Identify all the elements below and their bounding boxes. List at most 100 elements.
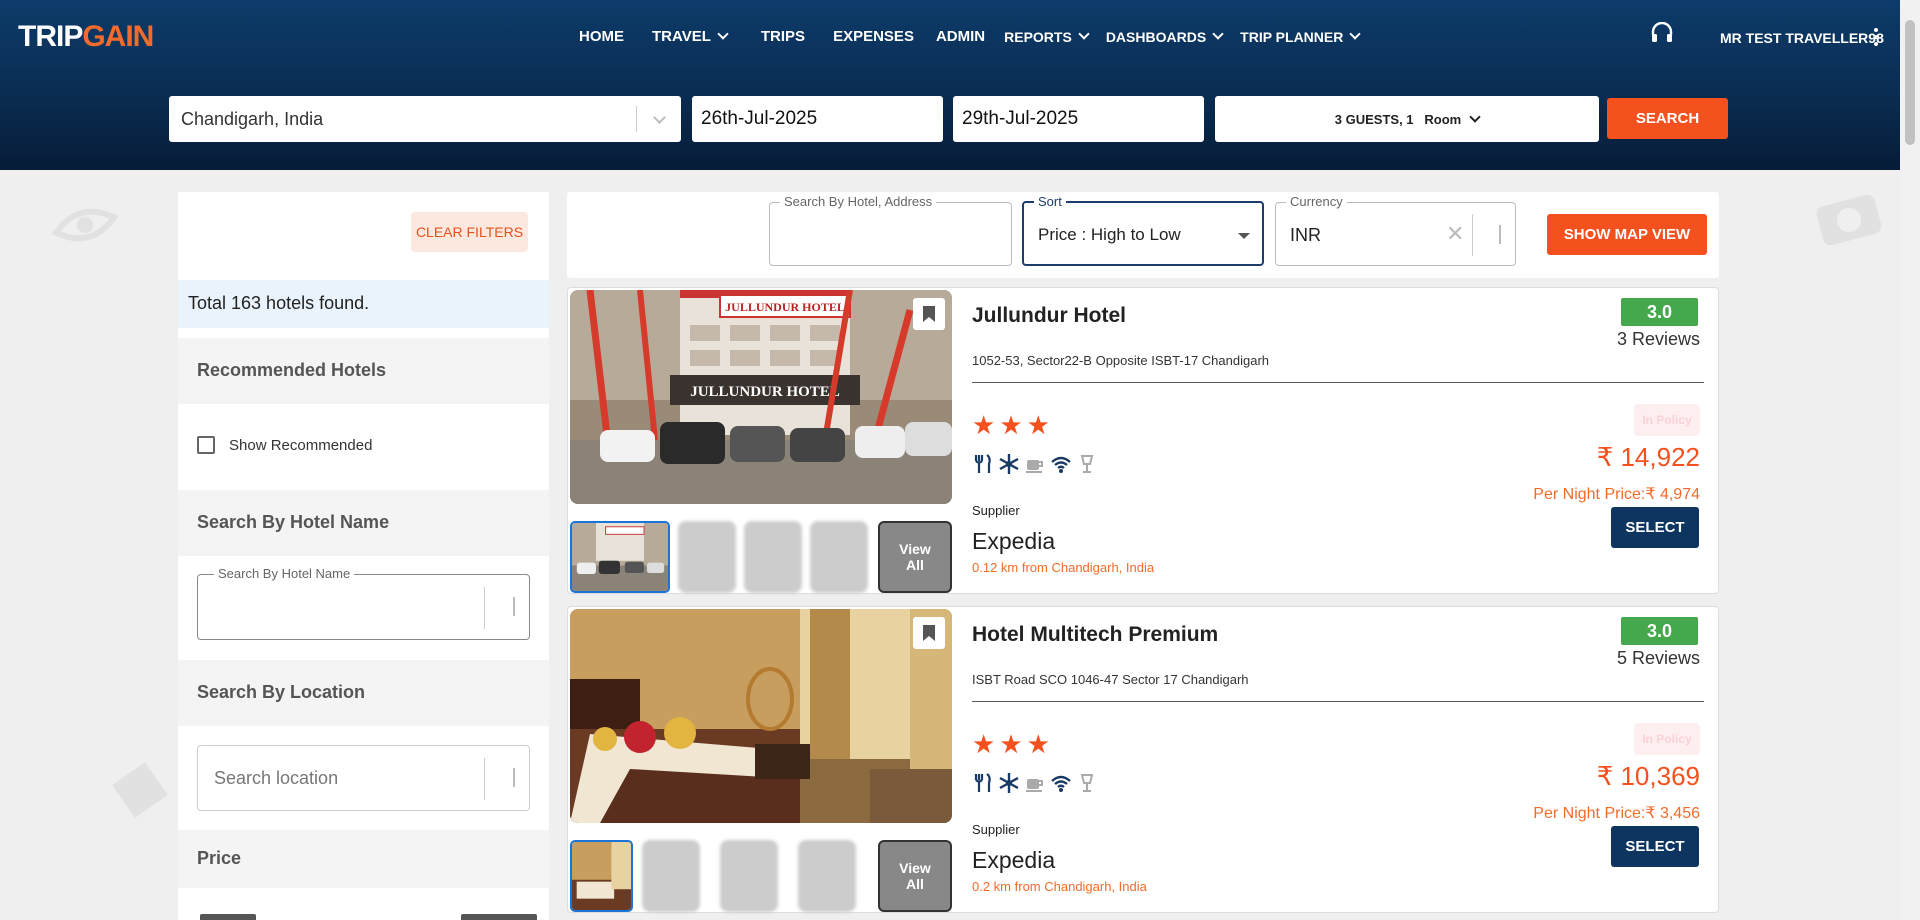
- supplier-name: Expedia: [972, 528, 1056, 554]
- nav-trips[interactable]: TRIPS: [761, 28, 805, 45]
- destination-select[interactable]: Chandigarh, India: [169, 96, 681, 142]
- rating-badge: 3.0: [1621, 617, 1698, 645]
- nav-trip-planner[interactable]: TRIP PLANNER: [1240, 28, 1362, 45]
- page-scrollbar[interactable]: [1900, 0, 1920, 920]
- kebab-menu-icon[interactable]: [1874, 28, 1878, 46]
- nav-expenses[interactable]: EXPENSES: [833, 28, 914, 45]
- total-price: ₹ 14,922: [1596, 442, 1700, 472]
- star-icon: ★: [1026, 410, 1050, 440]
- star-icon: ★: [999, 410, 1023, 440]
- search-button[interactable]: SEARCH: [1607, 98, 1728, 139]
- chevron-down-icon[interactable]: [513, 597, 515, 616]
- chevron-down-icon: [1212, 28, 1224, 40]
- amenities: [972, 453, 1098, 475]
- currency-select[interactable]: Currency INR ✕: [1275, 194, 1516, 266]
- clear-filters-button[interactable]: CLEAR FILTERS: [411, 212, 528, 252]
- hotel-name-search-input[interactable]: Search By Hotel Name: [197, 566, 530, 640]
- hotel-name[interactable]: Jullundur Hotel: [972, 304, 1126, 328]
- photo-thumbnail[interactable]: [720, 840, 778, 912]
- main-nav: HOME TRAVEL TRIPS EXPENSES ADMIN REPORTS…: [579, 28, 1377, 45]
- nav-home[interactable]: HOME: [579, 28, 624, 45]
- show-map-view-button[interactable]: SHOW MAP VIEW: [1547, 214, 1707, 255]
- user-menu[interactable]: MR TEST TRAVELLER98: [1720, 30, 1884, 46]
- photo-thumbnail[interactable]: [744, 521, 802, 593]
- restaurant-icon: [974, 773, 991, 792]
- amenities: [972, 772, 1098, 794]
- star-rating: ★ ★ ★: [972, 410, 1050, 441]
- checkout-date-field[interactable]: 29th-Jul-2025: [953, 96, 1204, 142]
- review-count[interactable]: 5 Reviews: [1617, 648, 1700, 669]
- hotel-address: ISBT Road SCO 1046-47 Sector 17 Chandiga…: [972, 672, 1249, 687]
- hotel-address: 1052-53, Sector22-B Opposite ISBT-17 Cha…: [972, 353, 1270, 368]
- results-filter-bar: Search By Hotel, Address Sort Price : Hi…: [567, 192, 1719, 278]
- bookmark-icon[interactable]: [913, 617, 945, 649]
- hotel-card: View All Hotel Multitech Premium ISBT Ro…: [567, 606, 1719, 913]
- chevron-down-icon: [1349, 28, 1362, 40]
- photo-thumbnail[interactable]: [678, 521, 736, 593]
- total-price: ₹ 10,369: [1596, 761, 1700, 791]
- ac-snowflake-icon: [999, 454, 1019, 474]
- checkin-date-field[interactable]: 26th-Jul-2025: [692, 96, 943, 142]
- location-heading: Search By Location: [178, 660, 549, 726]
- bar-glass-icon: [1080, 774, 1094, 792]
- hotel-address-search-input[interactable]: Search By Hotel, Address: [769, 194, 1012, 266]
- camera-watermark-icon: [1816, 194, 1882, 245]
- eye-watermark-icon: [51, 208, 119, 242]
- dropdown-arrow-icon: [1238, 233, 1250, 239]
- destination-value: Chandigarh, India: [181, 108, 324, 129]
- photo-thumbnail[interactable]: [570, 840, 633, 912]
- photo-thumbnail[interactable]: [570, 521, 670, 593]
- hotel-photo[interactable]: [570, 609, 952, 823]
- price-slider-handle-max[interactable]: [461, 914, 537, 920]
- guests-rooms-select[interactable]: 3 GUESTS, 1 Room: [1215, 96, 1599, 142]
- checkbox[interactable]: [197, 436, 215, 454]
- coffee-icon: [1026, 460, 1043, 473]
- rating-badge: 3.0: [1621, 298, 1698, 326]
- photo-thumbnail[interactable]: [642, 840, 700, 912]
- nav-travel[interactable]: TRAVEL: [652, 28, 729, 45]
- top-header: TRIPGAIN HOME TRAVEL TRIPS EXPENSES ADMI…: [0, 0, 1900, 170]
- review-count[interactable]: 3 Reviews: [1617, 329, 1700, 350]
- star-icon: ★: [1026, 729, 1050, 759]
- clear-icon[interactable]: ✕: [1446, 221, 1464, 247]
- select-button[interactable]: SELECT: [1611, 507, 1699, 548]
- location-search-input[interactable]: Search location: [197, 745, 530, 811]
- headset-icon[interactable]: [1650, 22, 1674, 44]
- sort-select[interactable]: Sort Price : High to Low: [1022, 194, 1264, 266]
- in-policy-badge: In Policy: [1634, 723, 1700, 755]
- wifi-icon: [1051, 775, 1071, 792]
- chevron-down-icon[interactable]: [513, 768, 515, 787]
- bar-glass-icon: [1080, 455, 1094, 473]
- hotel-photo[interactable]: JULLUNDUR HOTEL JULLUNDUR HOTEL: [570, 290, 952, 504]
- filter-sidebar: CLEAR FILTERS Total 163 hotels found. Re…: [178, 192, 549, 920]
- photo-thumbnail[interactable]: [810, 521, 868, 593]
- photo-thumbnail[interactable]: [798, 840, 856, 912]
- hotel-name[interactable]: Hotel Multitech Premium: [972, 623, 1218, 647]
- price-heading: Price: [178, 830, 549, 888]
- chevron-down-icon[interactable]: [1499, 225, 1501, 244]
- price-slider-handle-min[interactable]: [200, 914, 256, 920]
- hotel-count: Total 163 hotels found.: [178, 280, 549, 328]
- tripgain-logo[interactable]: TRIPGAIN: [18, 20, 154, 54]
- hotel-sign-text: JULLUNDUR HOTEL: [725, 300, 845, 314]
- nav-dashboards[interactable]: DASHBOARDS: [1106, 28, 1224, 45]
- select-button[interactable]: SELECT: [1611, 826, 1699, 867]
- hotel-card: JULLUNDUR HOTEL JULLUNDUR HOTEL View All…: [567, 287, 1719, 594]
- svg-text:JULLUNDUR HOTEL: JULLUNDUR HOTEL: [690, 384, 840, 400]
- show-recommended-checkbox[interactable]: Show Recommended: [197, 436, 372, 454]
- star-icon: ★: [972, 410, 996, 440]
- in-policy-badge: In Policy: [1634, 404, 1700, 436]
- chevron-down-icon[interactable]: [637, 110, 681, 124]
- ac-snowflake-icon: [999, 773, 1019, 793]
- view-all-photos-button[interactable]: View All: [878, 521, 952, 593]
- distance: 0.12 km from Chandigarh, India: [972, 560, 1155, 575]
- coffee-icon: [1026, 779, 1043, 792]
- nav-reports[interactable]: REPORTS: [1004, 28, 1090, 45]
- recommended-heading: Recommended Hotels: [178, 338, 549, 404]
- supplier-name: Expedia: [972, 847, 1056, 873]
- chevron-down-icon: [1469, 110, 1481, 123]
- view-all-photos-button[interactable]: View All: [878, 840, 952, 912]
- bookmark-icon[interactable]: [913, 298, 945, 330]
- chevron-down-icon: [1078, 28, 1090, 40]
- nav-admin[interactable]: ADMIN: [936, 28, 985, 45]
